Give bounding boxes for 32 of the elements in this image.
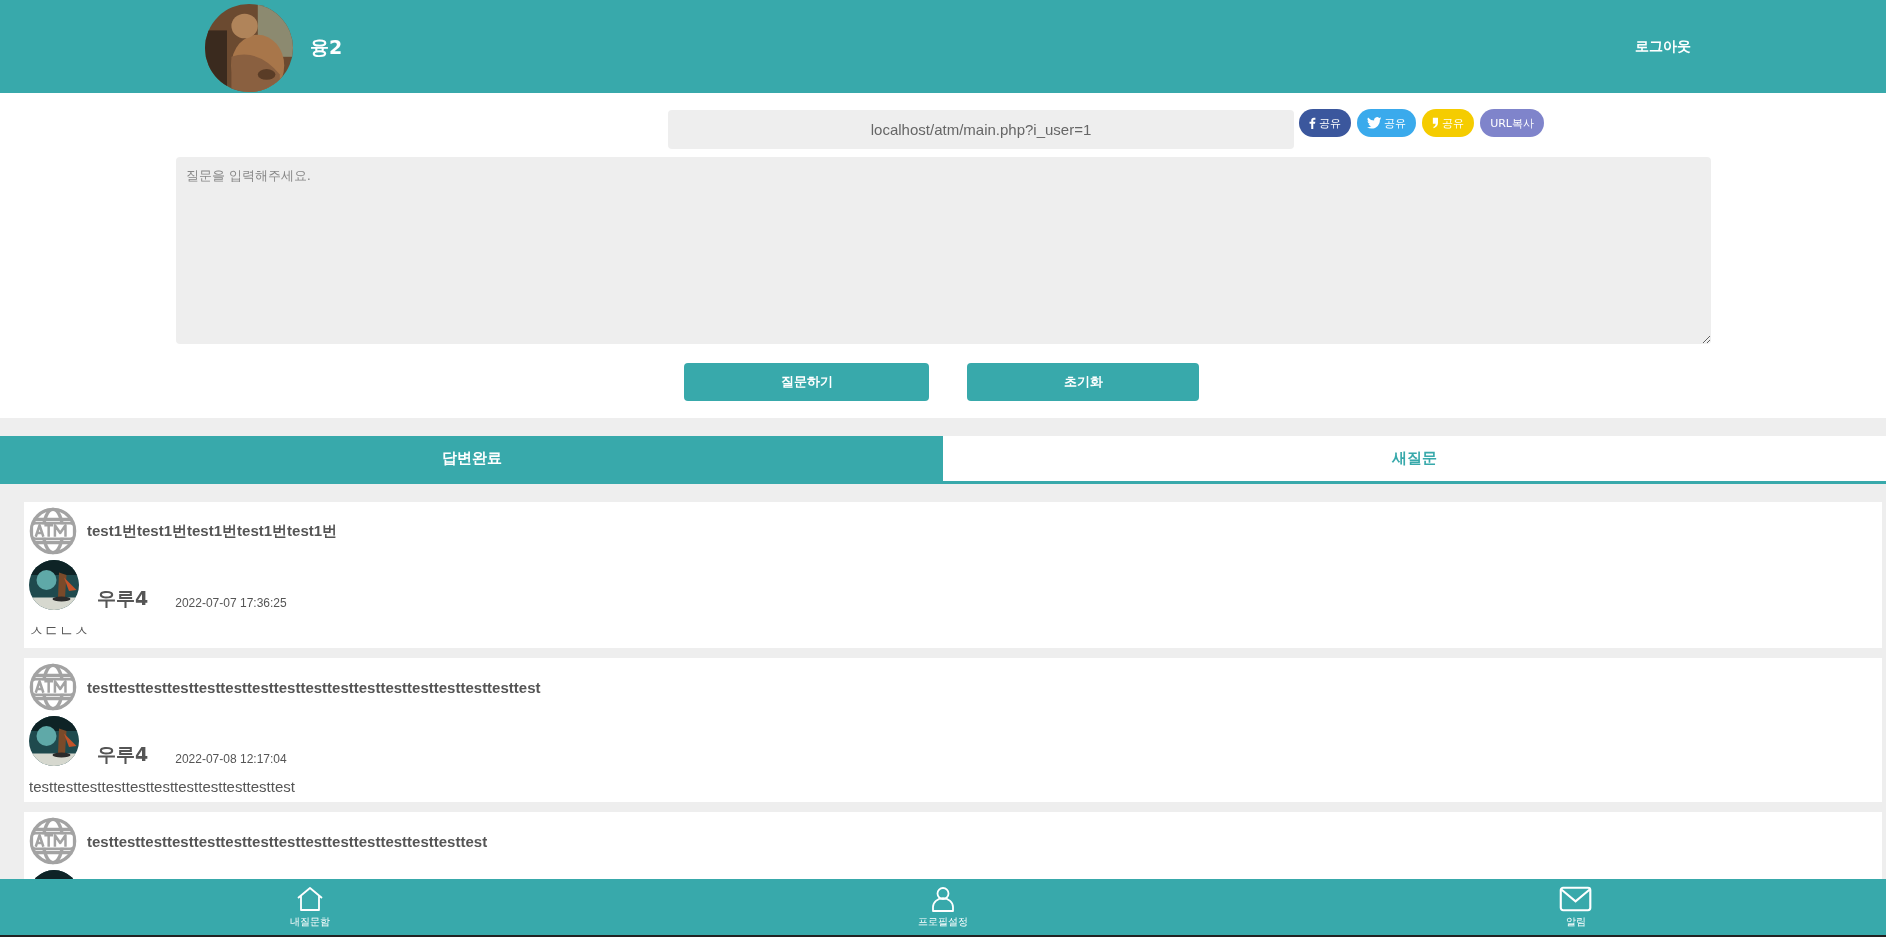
nav-item[interactable]: 프로필설정: [620, 879, 1266, 935]
question-title: testtesttesttesttesttesttesttesttesttesttesttesttesttesttest: [87, 832, 488, 850]
quote-icon: [1432, 117, 1440, 129]
submit-button[interactable]: 질문하기: [684, 363, 929, 401]
nav-item[interactable]: 알림: [1266, 879, 1886, 935]
answer-text: testtesttesttesttesttesttesttesttesttesttest: [29, 778, 296, 795]
author-name: 우루4: [97, 742, 149, 767]
user-icon: [931, 885, 955, 912]
reset-button[interactable]: 초기화: [967, 363, 1199, 401]
answer-date: 2022-07-07 17:36:25: [175, 596, 287, 610]
question-field[interactable]: 질문을 입력해주세요.: [175, 157, 1711, 344]
answer-text: ㅅㄷㄴㅅ: [29, 622, 90, 641]
share-button[interactable]: 공유: [1422, 109, 1475, 137]
user-name: 융2: [310, 34, 343, 60]
share-button[interactable]: 공유: [1299, 109, 1351, 137]
globe-logo-icon: [29, 817, 77, 865]
globe-logo-icon: [29, 663, 77, 711]
share-button[interactable]: 공유: [1356, 109, 1417, 137]
question-title: testtesttesttesttesttesttesttesttesttesttesttesttesttesttesttesttest: [87, 678, 541, 696]
logout-link[interactable]: 로그아웃: [1635, 37, 1691, 56]
mail-icon: [1559, 885, 1593, 912]
question-title: test1번test1번test1번test1번test1번: [87, 521, 338, 541]
globe-logo-icon: [29, 507, 77, 555]
bird-icon: [1366, 117, 1382, 129]
author-name: 우루4: [97, 586, 149, 611]
url-field[interactable]: localhost/atm/main.php?i_user=1: [668, 110, 1295, 149]
tab[interactable]: 답변완료: [0, 436, 943, 481]
copy-url-button[interactable]: URL복사: [1480, 109, 1544, 137]
nav-item[interactable]: 내질문함: [0, 879, 620, 935]
answer-date: 2022-07-08 12:17:04: [175, 752, 287, 766]
facebook-icon: [1309, 117, 1316, 129]
home-icon: [296, 885, 324, 912]
